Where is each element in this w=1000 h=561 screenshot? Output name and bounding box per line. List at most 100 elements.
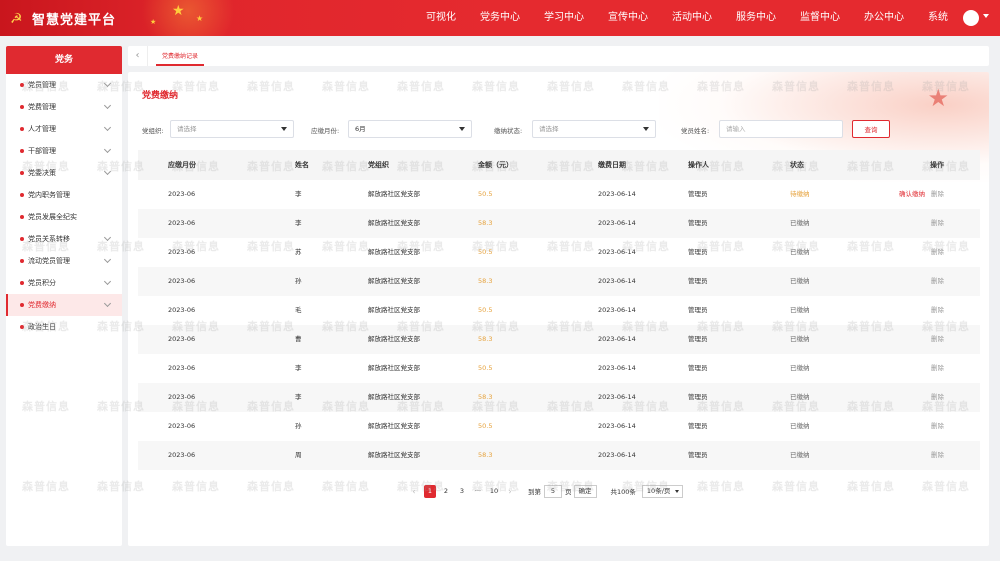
chevron-down-icon[interactable]: [983, 14, 989, 18]
cell-operator: 管理员: [688, 219, 708, 227]
sidebar-item[interactable]: 党内职务管理: [6, 184, 122, 206]
month-select[interactable]: 6月: [348, 120, 472, 138]
column-header: 缴费日期: [598, 161, 626, 169]
app-logo[interactable]: ☭ 智慧党建平台: [10, 9, 116, 29]
cell-operator: 管理员: [688, 451, 708, 459]
bullet-dot-icon: [20, 193, 24, 197]
cell-name: 李: [295, 393, 302, 401]
cell-date: 2023-06-14: [598, 393, 636, 401]
cell-actions: 删除: [888, 412, 980, 441]
cell-amount: 58.3: [478, 451, 493, 459]
page-number[interactable]: 2: [440, 485, 452, 498]
sidebar-item[interactable]: 干部管理: [6, 140, 122, 162]
cell-status: 已缴纳: [790, 393, 810, 401]
delete-link[interactable]: 删除: [931, 335, 944, 343]
sidebar-item-label: 党员关系转移: [28, 235, 70, 243]
cell-status: 已缴纳: [790, 335, 810, 343]
nav-item[interactable]: 宣传中心: [602, 0, 654, 36]
sidebar-item[interactable]: 党员管理: [6, 74, 122, 96]
cell-operator: 管理员: [688, 190, 708, 198]
delete-link[interactable]: 删除: [931, 248, 944, 256]
cell-actions: 删除: [888, 267, 980, 296]
cell-operator: 管理员: [688, 306, 708, 314]
page-title: 党费缴纳: [142, 91, 179, 101]
sidebar-item-label: 人才管理: [28, 125, 56, 133]
page-number[interactable]: 3: [456, 485, 468, 498]
cell-actions: 删除: [888, 354, 980, 383]
delete-link[interactable]: 删除: [931, 451, 944, 459]
party-emblem-icon: ☭: [10, 10, 23, 27]
delete-link[interactable]: 删除: [931, 306, 944, 314]
sidebar-item-label: 党内职务管理: [28, 191, 70, 199]
chevron-right-icon[interactable]: ›: [504, 485, 516, 498]
nav-item[interactable]: 办公中心: [858, 0, 910, 36]
tab-payment-records[interactable]: 党费缴纳记录: [156, 49, 205, 66]
nav-item[interactable]: 党务中心: [474, 0, 526, 36]
page-number[interactable]: 10: [488, 485, 500, 498]
sidebar-item[interactable]: 流动党员管理: [6, 250, 122, 272]
query-button[interactable]: 查询: [852, 120, 890, 138]
bullet-dot-icon: [20, 105, 24, 109]
cell-amount: 50.5: [478, 422, 493, 430]
page-size-select[interactable]: 10条/页: [641, 484, 684, 498]
chevron-down-icon: [103, 167, 112, 176]
cell-status: 已缴纳: [790, 219, 810, 227]
delete-link[interactable]: 删除: [931, 277, 944, 285]
goto-prefix: 到第: [528, 488, 541, 496]
delete-link[interactable]: 删除: [931, 422, 944, 430]
page-number[interactable]: 1: [424, 484, 436, 498]
cell-date: 2023-06-14: [598, 422, 636, 430]
nav-item[interactable]: 活动中心: [666, 0, 718, 36]
cell-month: 2023-06: [168, 422, 196, 430]
status-filter-label: 缴纳状态:: [494, 127, 523, 135]
delete-link[interactable]: 删除: [931, 364, 944, 372]
nav-item[interactable]: 学习中心: [538, 0, 590, 36]
delete-link[interactable]: 删除: [931, 219, 944, 227]
status-select[interactable]: 请选择: [532, 120, 656, 138]
sidebar-item[interactable]: 党费管理: [6, 96, 122, 118]
sidebar: 党务 党员管理 党费管理人才管理干部管理 党委决策党内职务管理党员发展全纪实党员关系…: [6, 46, 122, 546]
name-search-input[interactable]: [719, 120, 843, 138]
delete-link[interactable]: 删除: [931, 393, 944, 401]
column-header: 应缴月份: [168, 161, 196, 169]
nav-item[interactable]: 系统: [922, 0, 954, 36]
bullet-dot-icon: [20, 325, 24, 329]
cell-org: 解放路社区党支部: [368, 335, 420, 343]
sidebar-item[interactable]: 党员关系转移: [6, 228, 122, 250]
org-select-placeholder: 请选择: [177, 125, 197, 133]
sidebar-item[interactable]: 党员积分: [6, 272, 122, 294]
cell-status: 已缴纳: [790, 248, 810, 256]
top-navbar: ★ ★ ★ ☭ 智慧党建平台 可视化 党务中心 学习中心 宣传中心 活动中心 服务中心 监督…: [0, 0, 1000, 36]
month-filter-label: 应缴月份:: [311, 127, 340, 135]
avatar-icon[interactable]: [963, 10, 979, 26]
sidebar-item[interactable]: 党员发展全纪实: [6, 206, 122, 228]
table-row: 2023-06 李 解放路社区党支部 58.3 2023-06-14 管理员 已缴纳 删除: [138, 383, 980, 412]
nav-item[interactable]: 服务中心: [730, 0, 782, 36]
star-icon: ★: [150, 18, 157, 26]
sidebar-title: 党务: [6, 46, 122, 74]
chevron-left-icon[interactable]: ‹: [128, 46, 148, 66]
cell-amount: 50.5: [478, 364, 493, 372]
nav-item[interactable]: 可视化: [420, 0, 462, 36]
sidebar-item[interactable]: 党费缴纳: [6, 294, 122, 316]
table-row: 2023-06 曹 解放路社区党支部 58.3 2023-06-14 管理员 已缴纳 删除: [138, 325, 980, 354]
chevron-left-icon[interactable]: ‹: [408, 485, 420, 498]
cell-name: 李: [295, 190, 302, 198]
cell-actions: 确认缴纳 删除: [888, 180, 980, 209]
confirm-payment-link[interactable]: 确认缴纳: [899, 190, 925, 198]
table-header: 应缴月份 姓名 党组织 金额（元） 缴费日期 操作人 状态 操作: [138, 150, 980, 180]
nav-item[interactable]: 监督中心: [794, 0, 846, 36]
cell-amount: 50.5: [478, 306, 493, 314]
cell-org: 解放路社区党支部: [368, 422, 420, 430]
sidebar-item[interactable]: 人才管理: [6, 118, 122, 140]
goto-confirm-button[interactable]: 确定: [573, 484, 597, 498]
sidebar-item[interactable]: 党委决策: [6, 162, 122, 184]
cell-org: 解放路社区党支部: [368, 393, 420, 401]
cell-amount: 58.3: [478, 277, 493, 285]
cell-date: 2023-06-14: [598, 248, 636, 256]
goto-page-input[interactable]: 5: [544, 484, 562, 498]
delete-link[interactable]: 删除: [931, 190, 944, 198]
org-select[interactable]: 请选择: [170, 120, 294, 138]
sidebar-item[interactable]: 政治生日: [6, 316, 122, 338]
cell-date: 2023-06-14: [598, 219, 636, 227]
